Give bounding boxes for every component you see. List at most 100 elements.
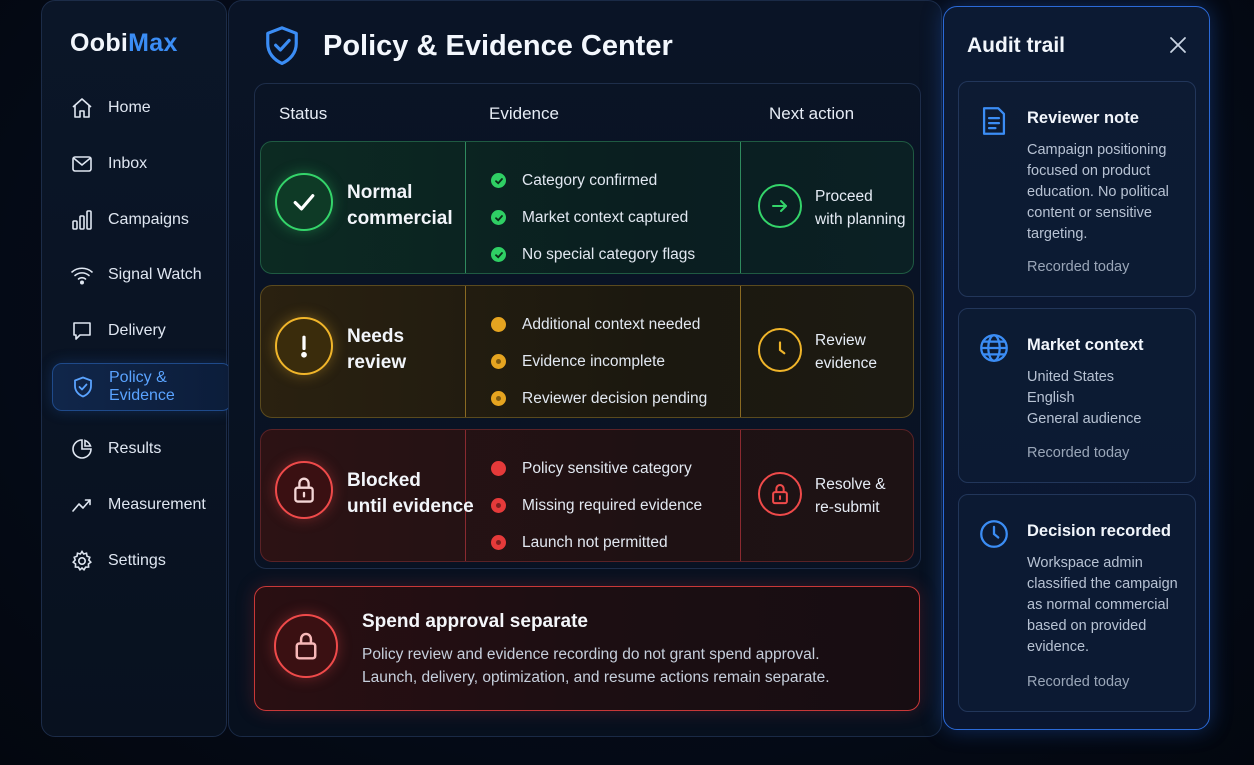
next-action-label[interactable]: Resolve & re-submit	[815, 473, 915, 519]
audit-card-market-context[interactable]: Market context United States English Gen…	[958, 308, 1196, 483]
amber-dot-icon	[491, 354, 506, 369]
sidebar-item-label: Delivery	[108, 322, 166, 339]
close-icon[interactable]	[1166, 33, 1190, 57]
sidebar-item-label: Policy & Evidence	[109, 369, 175, 404]
status-label: Needs review	[347, 324, 467, 376]
card-body-line: targeting.	[1027, 226, 1088, 242]
row-divider	[740, 430, 741, 561]
table-row-blocked[interactable]: Blocked until evidence Policy sensitive …	[260, 429, 914, 562]
card-body-line: content or sensitive	[1027, 205, 1152, 221]
status-label-line: Needs	[347, 326, 405, 347]
evidence-item: Policy sensitive category	[491, 450, 702, 487]
sidebar-item-home[interactable]: Home	[52, 84, 232, 132]
sidebar-item-measurement[interactable]: Measurement	[52, 481, 232, 529]
lock-icon	[274, 614, 338, 678]
status-label-line: until evidence	[347, 496, 474, 517]
status-label-line: Blocked	[347, 470, 421, 491]
check-dot-icon	[491, 173, 506, 188]
sidebar-item-settings[interactable]: Settings	[52, 537, 232, 585]
sidebar-item-label: Signal Watch	[108, 266, 202, 283]
page-header: Policy & Evidence Center	[263, 25, 673, 67]
amber-dot-icon	[491, 391, 506, 406]
audit-trail-panel: Audit trail Reviewer note Campaign posit…	[943, 6, 1210, 730]
status-label: Blocked until evidence	[347, 468, 477, 520]
next-action-label[interactable]: Review evidence	[815, 329, 915, 375]
next-action-line: Resolve &	[815, 476, 886, 493]
evidence-text: Category confirmed	[522, 171, 658, 189]
home-icon	[72, 98, 92, 118]
sidebar-item-label: Campaigns	[108, 211, 189, 228]
next-action-line: with planning	[815, 211, 906, 228]
shield-icon	[74, 376, 92, 398]
clock-icon[interactable]	[758, 328, 802, 372]
check-circle-icon	[275, 173, 333, 231]
sidebar-item-label: Inbox	[108, 155, 148, 172]
sidebar-item-inbox[interactable]: Inbox	[52, 140, 232, 188]
sidebar-item-signal-watch[interactable]: Signal Watch	[52, 251, 232, 299]
sidebar-item-campaigns[interactable]: Campaigns	[52, 196, 232, 244]
table-row-needs-review[interactable]: Needs review Additional context needed E…	[260, 285, 914, 418]
sidebar-item-delivery[interactable]: Delivery	[52, 307, 232, 355]
sidebar-item-label: Measurement	[108, 496, 206, 513]
card-timestamp: Recorded today	[1027, 445, 1130, 461]
sidebar-item-label: Settings	[108, 552, 166, 569]
evidence-list: Category confirmed Market context captur…	[491, 162, 695, 273]
audit-card-decision-recorded[interactable]: Decision recorded Workspace admin classi…	[958, 494, 1196, 712]
evidence-text: Reviewer decision pending	[522, 389, 708, 407]
red-dot-icon	[491, 498, 506, 513]
card-body: Workspace admin classified the campaign …	[1027, 553, 1192, 658]
card-body-line: based on provided	[1027, 618, 1147, 634]
exclamation-circle-icon	[275, 317, 333, 375]
sidebar-item-results[interactable]: Results	[52, 425, 232, 473]
evidence-item: Reviewer decision pending	[491, 380, 707, 417]
sidebar-item-label: Results	[108, 440, 162, 457]
pie-chart-icon	[72, 439, 92, 459]
table-row-normal[interactable]: Normal commercial Category confirmed Mar…	[260, 141, 914, 274]
evidence-item: Missing required evidence	[491, 487, 702, 524]
shield-check-icon	[266, 26, 298, 65]
spend-body-line: Launch, delivery, optimization, and resu…	[362, 669, 830, 686]
evidence-text: Missing required evidence	[522, 496, 703, 514]
bar-chart-icon	[72, 210, 92, 230]
next-action-label[interactable]: Proceed with planning	[815, 185, 915, 231]
spend-body-line: Policy review and evidence recording do …	[362, 646, 820, 663]
evidence-item: Category confirmed	[491, 162, 695, 199]
mail-icon	[72, 156, 92, 172]
row-divider	[740, 286, 741, 417]
card-body-line: evidence.	[1027, 639, 1090, 655]
next-action-line: evidence	[815, 355, 878, 372]
brand-name-part2: Max	[128, 29, 178, 57]
card-body-line: Workspace admin	[1027, 555, 1143, 571]
globe-icon	[980, 334, 1008, 362]
sidebar: OobiMax Home Inbox Campaigns Signal Watc…	[41, 0, 232, 737]
evidence-text: Additional context needed	[522, 315, 701, 333]
next-action-line: Review	[815, 332, 866, 349]
card-timestamp: Recorded today	[1027, 259, 1130, 275]
arrow-right-circle-icon[interactable]	[758, 184, 802, 228]
card-body-line: focused on product	[1027, 163, 1151, 179]
gear-icon	[72, 550, 92, 572]
status-label-line: review	[347, 352, 407, 373]
red-dot-icon	[491, 535, 506, 550]
brand-logo[interactable]: OobiMax	[70, 29, 178, 58]
status-label-line: Normal	[347, 182, 413, 203]
card-body: Campaign positioning focused on product …	[1027, 140, 1187, 245]
evidence-text: Evidence incomplete	[522, 352, 666, 370]
card-body-line: English	[1027, 390, 1075, 406]
page-title: Policy & Evidence Center	[323, 29, 673, 62]
audit-card-reviewer-note[interactable]: Reviewer note Campaign positioning focus…	[958, 81, 1196, 297]
card-body: United States English General audience	[1027, 367, 1187, 430]
column-header-next-action: Next action	[769, 104, 855, 123]
sidebar-item-label: Home	[108, 99, 151, 116]
brand-name-part1: Oobi	[70, 29, 129, 57]
evidence-item: No special category flags	[491, 236, 695, 273]
status-label-line: commercial	[347, 208, 453, 229]
lock-icon[interactable]	[758, 472, 802, 516]
evidence-list: Additional context needed Evidence incom…	[491, 306, 707, 417]
evidence-item: Additional context needed	[491, 306, 707, 343]
evidence-text: Policy sensitive category	[522, 459, 692, 477]
card-body-line: General audience	[1027, 411, 1142, 427]
sidebar-item-policy-evidence[interactable]: Policy & Evidence	[52, 363, 232, 411]
check-dot-icon	[491, 210, 506, 225]
card-title: Decision recorded	[1027, 522, 1171, 540]
